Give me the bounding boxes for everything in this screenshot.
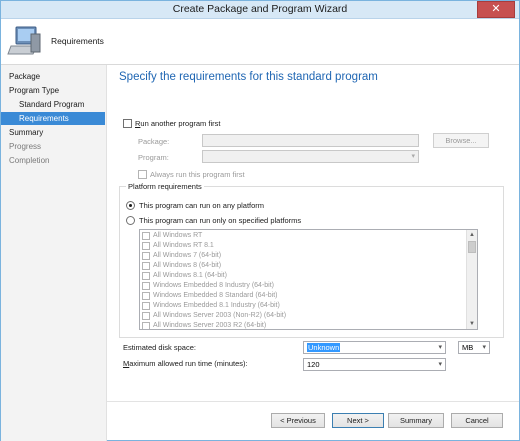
summary-button[interactable]: Summary [388,413,444,428]
max-run-time-label: Maximum allowed run time (minutes): [123,359,248,368]
nav-item-standard-program[interactable]: Standard Program [1,98,105,111]
nav-item-package[interactable]: Package [1,70,105,83]
platform-label: Windows Embedded 8 Standard (64-bit) [153,292,278,299]
any-platform-label: This program can run on any platform [139,201,265,210]
run-another-label-text: un another program first [140,119,221,128]
platform-checkbox[interactable] [142,232,150,240]
chevron-down-icon: ▾ [438,344,442,351]
platform-label: All Windows 8 (64-bit) [153,262,222,269]
platform-checkbox[interactable] [142,252,150,260]
platform-list-scrollbar[interactable]: ▲ ▼ [466,230,477,329]
scroll-down-icon[interactable]: ▼ [467,319,477,329]
platform-label: All Windows 8.1 (64-bit) [153,272,227,279]
cancel-button[interactable]: Cancel [451,413,503,428]
program-label: Program: [138,153,169,162]
close-button[interactable]: ✕ [477,1,515,18]
platform-label: Windows Embedded 8 Industry (64-bit) [153,282,274,289]
platform-checkbox[interactable] [142,242,150,250]
package-label: Package: [138,137,170,146]
platform-checkbox[interactable] [142,292,150,300]
chevron-down-icon: ▾ [482,344,486,351]
chevron-down-icon: ▾ [411,153,415,160]
always-run-label: Always run this program first [150,170,245,179]
footer-divider [107,401,519,402]
computer-icon [7,26,41,55]
max-run-time-value: 120 [307,360,320,369]
run-another-label: Run another program first [135,119,220,128]
previous-button[interactable]: < Previous [271,413,325,428]
platform-label: All Windows RT 8.1 [153,242,214,249]
run-another-checkbox[interactable] [123,119,132,128]
nav-item-summary[interactable]: Summary [1,126,105,139]
platform-checkbox[interactable] [142,272,150,280]
disk-space-label: Estimated disk space: [123,343,196,352]
browse-button[interactable]: Browse... [433,133,489,148]
platform-checkbox[interactable] [142,302,150,310]
nav-item-progress: Progress [9,142,42,151]
platform-label: All Windows Server 2003 (Non-R2) (64-bit… [153,312,287,319]
nav-item-requirements[interactable]: Requirements [1,112,105,125]
platform-checkbox[interactable] [142,312,150,320]
platform-checkbox[interactable] [142,282,150,290]
wizard-window: Create Package and Program Wizard ✕ Requ… [0,0,520,441]
platform-group-title: Platform requirements [126,182,204,191]
nav-item-completion: Completion [9,156,50,165]
header-title: Requirements [51,36,104,46]
platform-checkbox[interactable] [142,262,150,270]
chevron-down-icon: ▾ [438,361,442,368]
disk-space-value: Unknown [307,343,341,352]
max-run-time-label-text: aximum allowed run time (minutes): [129,359,248,368]
platform-checkbox[interactable] [142,322,150,329]
specified-platforms-radio[interactable] [126,216,135,225]
title-bar[interactable]: Create Package and Program Wizard ✕ [1,1,519,19]
platform-label: Windows Embedded 8.1 Industry (64-bit) [153,302,280,309]
wizard-header: Requirements [1,19,519,65]
max-run-time-select[interactable]: 120 ▾ [303,358,446,371]
platform-list[interactable]: All Windows RT All Windows RT 8.1 All Wi… [139,229,478,330]
platform-label: All Windows RT [153,232,203,239]
page-heading: Specify the requirements for this standa… [119,71,378,83]
disk-unit-value: MB [462,343,474,352]
platform-label: All Windows Server 2003 R2 (64-bit) [153,322,267,329]
scroll-up-icon[interactable]: ▲ [467,230,477,240]
wizard-nav: Package Program Type Standard Program Re… [1,65,107,441]
always-run-checkbox[interactable] [138,170,147,179]
platform-label: All Windows 7 (64-bit) [153,252,222,259]
package-field[interactable] [202,134,419,147]
specified-platforms-label: This program can run only on specified p… [139,216,302,225]
disk-space-select[interactable]: Unknown ▾ [303,341,446,354]
next-button[interactable]: Next > [332,413,384,428]
disk-unit-select[interactable]: MB ▾ [458,341,490,354]
program-select[interactable]: ▾ [202,150,419,163]
scroll-thumb[interactable] [468,241,476,253]
nav-item-program-type[interactable]: Program Type [1,84,105,97]
any-platform-radio[interactable] [126,201,135,210]
window-title: Create Package and Program Wizard [172,3,348,15]
